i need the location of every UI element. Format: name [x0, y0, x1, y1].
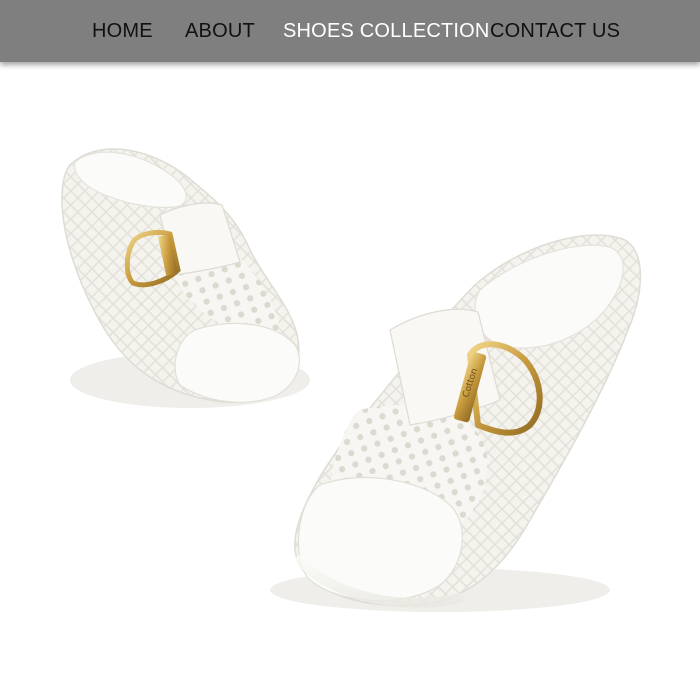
- hero-product-image: Cotton: [0, 62, 700, 700]
- top-navigation-bar: HOME ABOUT SHOES COLLECTION CONTACT US: [0, 0, 700, 62]
- page: HOME ABOUT SHOES COLLECTION CONTACT US C…: [0, 0, 700, 700]
- nav-about-link[interactable]: ABOUT: [185, 19, 255, 43]
- nav-home-link[interactable]: HOME: [92, 19, 153, 43]
- shoes-illustration: Cotton: [61, 148, 642, 612]
- nav-shoes-collection-link[interactable]: SHOES COLLECTION: [283, 19, 490, 43]
- nav-contact-us-link[interactable]: CONTACT US: [490, 19, 620, 43]
- left-shoe: [61, 148, 310, 408]
- right-shoe: Cotton: [270, 234, 642, 612]
